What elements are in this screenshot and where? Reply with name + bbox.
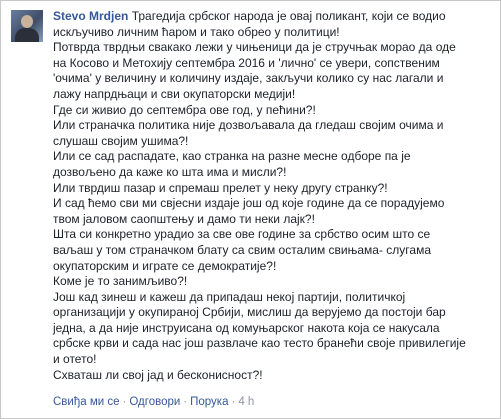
comment-line: на Косово и Метохију септембра 2016 и 'л… — [53, 55, 440, 70]
report-link[interactable]: Порука — [190, 396, 228, 408]
comment-line: Или тврдиш пазар и спремаш прелет у неку… — [53, 180, 388, 195]
comment-line: организацији у окупираној Србији, мислиш… — [53, 305, 446, 320]
avatar[interactable] — [11, 10, 43, 42]
comment-line: Још кад зинеш и кажеш да припадаш некој … — [53, 289, 406, 304]
comment-text: Трагедија србског народа је овај поликан… — [131, 9, 446, 23]
comment-line: Stevo Mrdjen Трагедија србског народа је… — [53, 9, 493, 25]
comment-line: ваљаш у том страначком блату са свим ост… — [53, 242, 431, 257]
comment-line: твом јаловом саопштењу и дамо ти неки ла… — [53, 211, 315, 226]
comment-line: дозвољено да каже ко шта има и мисли?! — [53, 164, 287, 179]
comment-line: једна, а да није инструисана од комуњарс… — [53, 320, 440, 335]
comment-line: Где си живио до септембра ове год, у пећ… — [53, 102, 316, 117]
comment-line: слушаш својим ушима?! — [53, 133, 189, 148]
avatar-body — [15, 28, 39, 42]
separator-dot: · — [183, 396, 188, 408]
comment-line: окупаторским и играте се демократије?! — [53, 258, 277, 273]
like-link[interactable]: Свиђа ми се — [53, 396, 120, 408]
comment-line: Или се сад распадате, као странка на раз… — [53, 149, 411, 164]
comment-line: Коме је то занимљиво?! — [53, 274, 188, 289]
comment-line: И сад ћемо сви ми свјесни издаје још од … — [53, 196, 445, 211]
comment-line: србске крви и сада нас још развлаче као … — [53, 336, 466, 351]
comment-line: Шта си конкретно урадио за све ове годин… — [53, 227, 431, 242]
comment-actions: Свиђа ми се · Одговори · Порука · 4 h — [53, 396, 254, 408]
separator-dot: · — [122, 396, 127, 408]
comment-line: и отето! — [53, 352, 97, 367]
comment-body: Stevo Mrdjen Трагедија србског народа је… — [53, 9, 493, 383]
reply-link[interactable]: Одговори — [129, 396, 180, 408]
avatar-head — [21, 15, 33, 28]
comment-line: Схваташ ли свој јад и бесконисност?! — [53, 367, 263, 382]
comment-line: искључиво личним ћаром и тако обрео у по… — [53, 24, 340, 39]
comment-line: Или страначка политика није дозвољавала … — [53, 118, 444, 133]
timestamp[interactable]: 4 h — [238, 396, 254, 408]
comment-container: Stevo Mrdjen Трагедија србског народа је… — [0, 0, 501, 419]
comment-line: Потврда тврдњи свакако лежи у чињеници д… — [53, 40, 456, 55]
comment-line: 'очима' у величину и количину издаје, за… — [53, 71, 444, 86]
separator-dot: · — [231, 396, 236, 408]
comment-line: лажу напрдњаци и сви окупаторски медији! — [53, 86, 296, 101]
author-name-link[interactable]: Stevo Mrdjen — [53, 9, 128, 23]
